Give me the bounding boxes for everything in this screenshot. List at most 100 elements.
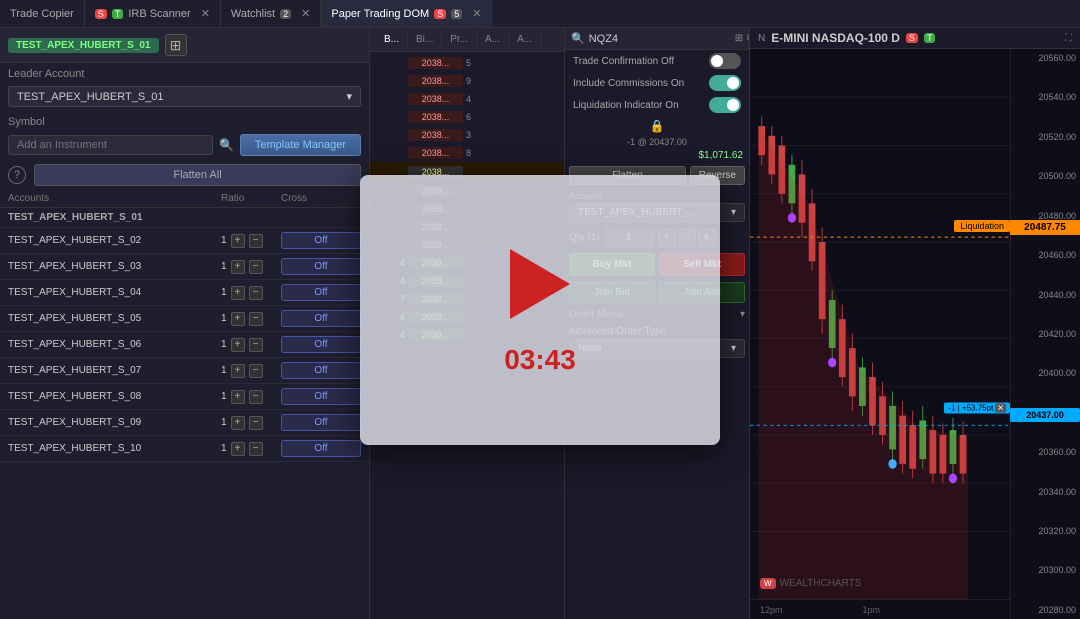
trade-confirmation-toggle[interactable] [709, 53, 741, 69]
ratio-minus-button[interactable]: − [249, 390, 263, 404]
ask-price[interactable]: 2038... [408, 147, 463, 159]
ratio-minus-button[interactable]: − [249, 338, 263, 352]
ratio-plus-button[interactable]: + [231, 312, 245, 326]
mid-price-display: -1 @ 20437.00 [565, 136, 749, 148]
cross-toggle-button[interactable]: Off [281, 258, 361, 275]
ratio-plus-button[interactable]: + [231, 286, 245, 300]
price-20560: 20560.00 [1015, 53, 1076, 63]
liquidation-indicator-label: Liquidation Indicator On [573, 100, 679, 111]
table-row: TEST_APEX_HUBERT_S_05 1 + − Off [0, 306, 369, 332]
account-name: TEST_APEX_HUBERT_S_03 [8, 261, 221, 272]
ratio-minus-button[interactable]: − [249, 442, 263, 456]
price-20320: 20320.00 [1015, 526, 1076, 536]
dom-tab-a1[interactable]: A... [477, 31, 509, 48]
help-icon[interactable]: ? [8, 166, 26, 184]
account-name: TEST_APEX_HUBERT_S_09 [8, 417, 221, 428]
chevron-down-icon: ▾ [731, 207, 736, 218]
tab-paper-trading-dom[interactable]: Paper Trading DOM S 5 ✕ [321, 0, 492, 27]
dom-tab-bi[interactable]: Bi... [408, 31, 442, 48]
close-watchlist[interactable]: ✕ [301, 7, 310, 20]
ratio-minus-button[interactable]: − [249, 312, 263, 326]
toggle-knob [727, 77, 739, 89]
top-bar: Trade Copier S T IRB Scanner ✕ Watchlist… [0, 0, 1080, 28]
cross-toggle-button[interactable]: Off [281, 232, 361, 249]
add-account-button[interactable]: ⊞ [165, 34, 187, 56]
candle-chart[interactable] [750, 49, 1010, 599]
ratio-plus-button[interactable]: + [231, 416, 245, 430]
symbol-search-input[interactable] [589, 33, 731, 45]
ratio-controls: 1 + − [221, 312, 281, 326]
tab-paper-dom-label: Paper Trading DOM [331, 8, 429, 20]
lock-icon: 🔒 [650, 119, 665, 133]
price-20500: 20500.00 [1015, 171, 1076, 181]
ratio-plus-button[interactable]: + [231, 364, 245, 378]
leader-account-dropdown[interactable]: TEST_APEX_HUBERT_S_01 ▾ [8, 86, 361, 107]
video-overlay: 03:43 [360, 175, 720, 445]
ratio-minus-button[interactable]: − [249, 364, 263, 378]
ratio-value: 1 [221, 339, 227, 350]
chart-body: 20560.00 20540.00 20520.00 20500.00 2048… [750, 49, 1080, 619]
account-name: TEST_APEX_HUBERT_S_06 [8, 339, 221, 350]
ask-price[interactable]: 2038... [408, 111, 463, 123]
close-order-button[interactable]: ✕ [995, 404, 1006, 413]
close-paper-dom[interactable]: ✕ [472, 7, 481, 20]
cross-toggle-button[interactable]: Off [281, 388, 361, 405]
symbol-row: 🔍 Template Manager [0, 130, 369, 160]
trade-confirmation-row: Trade Confirmation Off [565, 50, 749, 72]
include-commissions-label: Include Commissions On [573, 78, 684, 89]
expand-icon[interactable]: ⊞ [735, 33, 743, 44]
wealthcharts-text: WEALTHCHARTS [780, 578, 862, 589]
dom-tab-a2[interactable]: A... [509, 31, 541, 48]
ratio-minus-button[interactable]: − [249, 234, 263, 248]
ask-price[interactable]: 2038... [408, 93, 463, 105]
cross-toggle-button[interactable]: Off [281, 414, 361, 431]
ask-price[interactable]: 2038... [408, 57, 463, 69]
cross-toggle-button[interactable]: Off [281, 336, 361, 353]
liquidation-indicator-toggle[interactable] [709, 97, 741, 113]
ratio-minus-button[interactable]: − [249, 416, 263, 430]
cross-toggle-button[interactable]: Off [281, 362, 361, 379]
toggle-knob [711, 55, 723, 67]
play-button[interactable] [500, 244, 580, 324]
ask-price[interactable]: 2038... [408, 129, 463, 141]
cross-toggle-button[interactable]: Off [281, 284, 361, 301]
ratio-plus-button[interactable]: + [231, 338, 245, 352]
template-manager-button[interactable]: Template Manager [240, 134, 361, 156]
dom-row: 2038... 9 [370, 72, 564, 90]
ratio-plus-button[interactable]: + [231, 234, 245, 248]
dom-row: 2038... 3 [370, 126, 564, 144]
ratio-plus-button[interactable]: + [231, 390, 245, 404]
ratio-minus-button[interactable]: − [249, 286, 263, 300]
cross-toggle-button[interactable]: Off [281, 440, 361, 457]
dom-tab-b[interactable]: B... [376, 31, 408, 48]
irb-badge-t: T [112, 9, 124, 19]
ratio-plus-button[interactable]: + [231, 260, 245, 274]
close-irb[interactable]: ✕ [201, 7, 210, 20]
ratio-minus-button[interactable]: − [249, 260, 263, 274]
table-row: TEST_APEX_HUBERT_S_02 1 + − Off [0, 228, 369, 254]
tab-trade-copier[interactable]: Trade Copier [0, 0, 85, 27]
ratio-plus-button[interactable]: + [231, 442, 245, 456]
wealthcharts-icon: W [760, 578, 776, 589]
nasdaq-icon: N [758, 33, 765, 44]
leader-account-value: TEST_APEX_HUBERT_S_01 [17, 91, 164, 103]
chevron-down-icon[interactable]: ▾ [740, 309, 745, 320]
account-name: TEST_APEX_HUBERT_S_08 [8, 391, 221, 402]
include-commissions-toggle[interactable] [709, 75, 741, 91]
dom-tab-pr[interactable]: Pr... [442, 31, 477, 48]
table-row: TEST_APEX_HUBERT_S_08 1 + − Off [0, 384, 369, 410]
cross-toggle-button[interactable]: Off [281, 310, 361, 327]
tab-watchlist[interactable]: Watchlist 2 ✕ [221, 0, 321, 27]
flatten-all-button[interactable]: Flatten All [34, 164, 361, 186]
left-panel: TEST_APEX_HUBERT_S_01 ⊞ Leader Account T… [0, 28, 370, 619]
table-row: TEST_APEX_HUBERT_S_06 1 + − Off [0, 332, 369, 358]
tab-irb-scanner[interactable]: S T IRB Scanner ✕ [85, 0, 221, 27]
symbol-input[interactable] [8, 135, 213, 155]
dom-row: 2038... 5 [370, 54, 564, 72]
col-ratio: Ratio [221, 193, 281, 204]
ask-qty: 6 [463, 112, 501, 122]
liquidation-text: Liquidation [960, 221, 1004, 231]
col-accounts: Accounts [8, 193, 221, 204]
maximize-icon[interactable]: ⛶ [1065, 33, 1072, 44]
ask-price[interactable]: 2038... [408, 75, 463, 87]
